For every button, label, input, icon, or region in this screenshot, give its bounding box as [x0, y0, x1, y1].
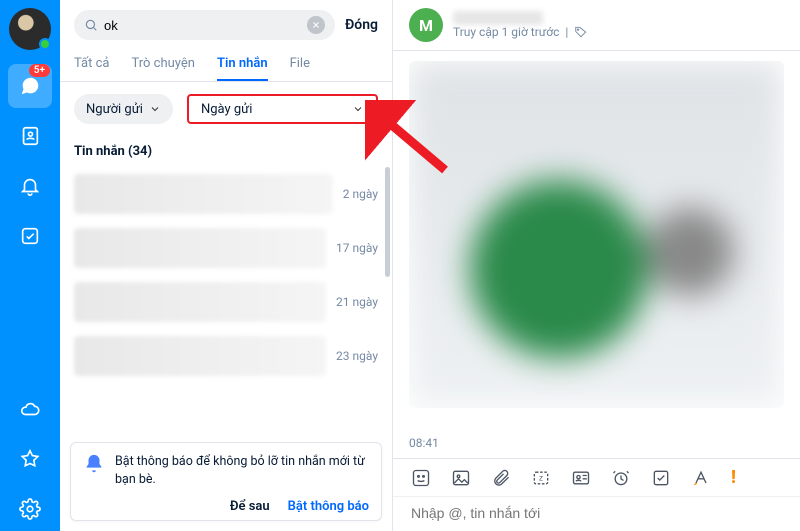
close-icon	[311, 20, 321, 30]
result-time: 17 ngày	[336, 241, 378, 255]
result-time: 21 ngày	[336, 295, 378, 309]
results-section-title: Tin nhắn (34)	[60, 136, 392, 167]
sticker-button[interactable]	[411, 468, 431, 488]
bell-filled-icon	[83, 453, 105, 475]
contacts-icon	[19, 125, 41, 147]
result-time: 23 ngày	[336, 349, 378, 363]
gear-icon	[19, 498, 41, 520]
alarm-button[interactable]	[611, 468, 631, 488]
composer-toolbar: Z !	[393, 458, 800, 496]
notification-card: Bật thông báo để không bỏ lỡ tin nhắn mớ…	[70, 442, 382, 521]
svg-text:Z: Z	[539, 474, 543, 482]
nav-star-button[interactable]	[8, 437, 52, 481]
results-list[interactable]: 2 ngày 17 ngày 21 ngày 23 ngày	[60, 167, 392, 432]
list-item[interactable]: 2 ngày	[60, 167, 392, 221]
chat-avatar[interactable]: M	[409, 8, 443, 42]
search-row: Đóng	[60, 0, 392, 46]
nav-todo-button[interactable]	[8, 214, 52, 258]
filter-date-label: Ngày gửi	[201, 102, 252, 117]
chat-meta: Truy cập 1 giờ trước |	[453, 11, 588, 39]
message-media-blurred	[409, 61, 784, 408]
result-preview	[74, 336, 326, 376]
list-item[interactable]: 21 ngày	[60, 275, 392, 329]
presence-dot-icon	[39, 38, 51, 50]
filter-date-dropdown[interactable]: Ngày gửi	[187, 94, 378, 124]
chat-header: M Truy cập 1 giờ trước |	[393, 0, 800, 51]
tab-messages[interactable]: Tin nhắn	[217, 50, 268, 81]
todo-icon	[19, 225, 41, 247]
message-time: 08:41	[409, 436, 439, 450]
chat-icon	[19, 75, 41, 97]
message-input[interactable]	[411, 505, 782, 521]
search-tabs: Tất cả Trò chuyện Tin nhắn File	[60, 46, 392, 82]
chevron-down-icon	[352, 103, 364, 115]
tag-icon[interactable]	[574, 25, 588, 39]
search-box[interactable]	[74, 10, 335, 40]
user-avatar[interactable]	[9, 8, 51, 50]
image-button[interactable]	[451, 468, 471, 488]
composer[interactable]	[393, 496, 800, 531]
chevron-down-icon	[149, 103, 161, 115]
chat-name	[453, 11, 543, 25]
unread-badge: 5+	[29, 64, 50, 77]
tab-chats[interactable]: Trò chuyện	[131, 50, 194, 81]
nav-contacts-button[interactable]	[8, 114, 52, 158]
search-input[interactable]	[98, 18, 307, 33]
nav-chat-button[interactable]: 5+	[8, 64, 52, 108]
chat-status: Truy cập 1 giờ trước	[453, 25, 559, 39]
tab-all[interactable]: Tất cả	[74, 50, 109, 81]
star-icon	[19, 448, 41, 470]
list-item[interactable]: 17 ngày	[60, 221, 392, 275]
screenshot-button[interactable]: Z	[531, 468, 551, 488]
cloud-icon	[19, 398, 41, 420]
nav-rail: 5+	[0, 0, 60, 531]
priority-button[interactable]: !	[731, 467, 736, 488]
notification-text: Bật thông báo để không bỏ lỡ tin nhắn mớ…	[115, 453, 369, 489]
chat-body[interactable]: 08:41	[393, 51, 800, 458]
results-scrollbar[interactable]	[385, 167, 390, 277]
notification-enable-button[interactable]: Bật thông báo	[288, 499, 369, 514]
format-button[interactable]	[691, 468, 711, 488]
filter-sender-dropdown[interactable]: Người gửi	[74, 94, 173, 124]
chat-pane: M Truy cập 1 giờ trước | 08:41 Z	[393, 0, 800, 531]
attachment-button[interactable]	[491, 468, 511, 488]
search-panel: Đóng Tất cả Trò chuyện Tin nhắn File Ngư…	[60, 0, 393, 531]
contact-card-button[interactable]	[571, 468, 591, 488]
nav-settings-button[interactable]	[8, 487, 52, 531]
result-time: 2 ngày	[343, 187, 378, 201]
bell-icon	[19, 175, 41, 197]
search-icon	[84, 18, 98, 32]
list-item[interactable]: 23 ngày	[60, 329, 392, 383]
chat-divider: |	[565, 25, 568, 39]
clear-search-button[interactable]	[307, 16, 325, 34]
app-root: 5+ Đóng	[0, 0, 800, 531]
nav-notifications-button[interactable]	[8, 164, 52, 208]
result-preview	[74, 228, 326, 268]
nav-cloud-button[interactable]	[8, 387, 52, 431]
notification-later-button[interactable]: Để sau	[230, 499, 270, 514]
result-preview	[74, 282, 326, 322]
close-search-button[interactable]: Đóng	[345, 17, 378, 33]
task-button[interactable]	[651, 468, 671, 488]
result-preview	[74, 174, 333, 214]
tab-files[interactable]: File	[290, 50, 310, 81]
filter-row: Người gửi Ngày gửi	[60, 82, 392, 136]
filter-sender-label: Người gửi	[86, 102, 143, 117]
